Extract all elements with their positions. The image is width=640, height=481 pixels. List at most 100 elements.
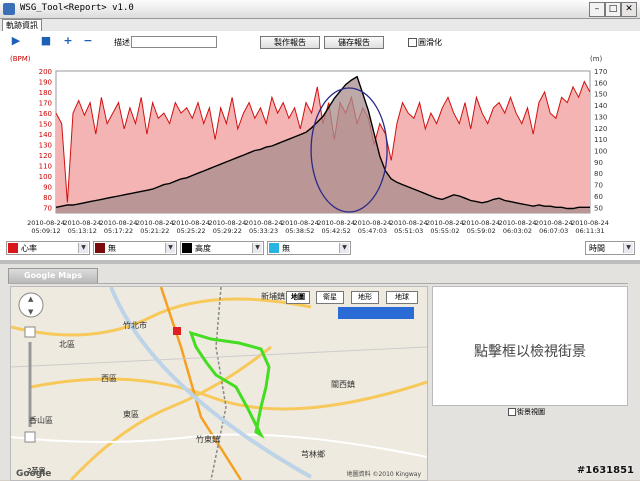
streetview-panel[interactable]: 點擊框以檢視街景 [432,286,628,406]
right-tick-label: 60 [594,193,603,201]
chevron-down-icon[interactable]: ▼ [623,243,633,253]
x-tick-time: 05:17:22 [104,227,133,235]
left-tick-label: 110 [39,163,52,171]
streetview-message: 點擊框以檢視街景 [474,344,586,360]
chevron-down-icon[interactable]: ▼ [165,243,175,253]
x-tick-date: 2010-08-24 [136,219,174,227]
left-tick-label: 70 [43,205,52,213]
x-tick-date: 2010-08-24 [462,219,500,227]
series-select-4[interactable]: 無 ▼ [267,241,351,255]
tab-underline [8,283,628,284]
map-view[interactable]: ▲ ▼ 地圖 衛星 地形 地球 新埔鎮 竹北市 北區 西區 東區 香山區 竹東鎮… [10,286,428,481]
left-tick-label: 80 [43,194,52,202]
x-tick-time: 06:11:31 [575,227,604,235]
streetview-checkbox[interactable] [508,408,516,416]
maximize-button[interactable]: □ [605,2,621,17]
left-tick-label: 90 [43,184,52,192]
smooth-checkbox[interactable] [408,38,417,47]
save-report-button[interactable]: 儲存報告 [324,36,384,49]
x-tick-time: 05:13:12 [68,227,97,235]
chevron-down-icon[interactable]: ▼ [78,243,88,253]
tab-track-info[interactable]: 軌跡資訊 [2,19,42,31]
google-logo: Google [16,469,52,479]
chevron-down-icon[interactable]: ▼ [252,243,262,253]
series-select-label: 無 [108,244,116,253]
series-color-swatch [269,243,279,253]
x-tick-date: 2010-08-24 [499,219,537,227]
right-tick-label: 170 [594,68,607,76]
x-tick-time: 05:59:02 [467,227,496,235]
zoom-out-icon[interactable]: − [82,35,94,47]
place-label: 北區 [59,340,75,349]
place-label: 東區 [123,410,139,419]
left-tick-label: 100 [39,173,52,181]
place-label: 芎林鄉 [301,450,325,459]
description-label: 描述: [114,38,133,47]
left-axis-unit: (BPM) [10,55,31,63]
x-tick-time: 05:25:22 [176,227,205,235]
series-controls: 心率 ▼ 無 ▼ 高度 ▼ 無 ▼ 時間 ▼ [0,238,640,260]
x-tick-date: 2010-08-24 [245,219,283,227]
left-tick-label: 130 [39,142,52,150]
series-select-1[interactable]: 心率 ▼ [6,241,90,255]
map-type-satellite[interactable]: 衛星 [316,291,344,304]
x-tick-time: 06:07:03 [539,227,568,235]
x-tick-date: 2010-08-24 [281,219,319,227]
x-tick-time: 05:51:03 [394,227,423,235]
x-tick-date: 2010-08-24 [208,219,246,227]
x-tick-date: 2010-08-24 [571,219,609,227]
left-tick-label: 180 [39,89,52,97]
right-tick-label: 150 [594,91,607,99]
x-tick-date: 2010-08-24 [172,219,210,227]
svg-text:▲: ▲ [28,295,34,303]
map-canvas: ▲ ▼ [11,287,427,480]
zoom-in-icon[interactable]: + [62,35,74,47]
stop-icon[interactable]: ■ [40,35,52,47]
left-tick-label: 140 [39,131,52,139]
right-tick-label: 50 [594,204,603,212]
x-axis-mode-select[interactable]: 時間 ▼ [585,241,635,255]
close-button[interactable]: ✕ [621,2,637,17]
series-color-swatch [8,243,18,253]
x-tick-date: 2010-08-24 [27,219,65,227]
place-label: 新埔鎮 [261,292,285,301]
x-tick-date: 2010-08-24 [100,219,138,227]
right-tick-label: 70 [594,182,603,190]
left-tick-label: 170 [39,100,52,108]
map-type-map[interactable]: 地圖 [286,291,310,304]
map-type-earth[interactable]: 地球 [386,291,418,304]
map-type-terrain[interactable]: 地形 [351,291,379,304]
series-select-3[interactable]: 高度 ▼ [180,241,264,255]
window-title: WSG_Tool<Report> v1.0 [20,3,134,13]
place-label: 竹東鎮 [196,435,220,444]
right-tick-label: 160 [594,79,607,87]
x-tick-time: 05:21:22 [140,227,169,235]
place-label: 關西鎮 [331,380,355,389]
right-tick-label: 80 [594,170,603,178]
x-tick-date: 2010-08-24 [535,219,573,227]
tab-google-maps[interactable]: Google Maps [8,268,98,284]
x-tick-time: 06:03:02 [503,227,532,235]
series-select-label: 高度 [195,244,211,253]
right-axis-unit: (m) [590,55,603,63]
minimize-button[interactable]: – [589,2,605,17]
chevron-down-icon[interactable]: ▼ [339,243,349,253]
description-input[interactable] [131,36,217,48]
left-tick-label: 190 [39,79,52,87]
right-tick-label: 110 [594,136,607,144]
series-select-2[interactable]: 無 ▼ [93,241,177,255]
x-tick-time: 05:09:12 [31,227,60,235]
svg-text:▼: ▼ [28,308,34,316]
heart-rate-elevation-chart[interactable]: (BPM) (m) 70 80 90 100 110 120 130 140 150 160 170 18… [0,53,640,238]
series-select-label: 無 [282,244,290,253]
series-color-swatch [182,243,192,253]
left-tick-label: 120 [39,152,52,160]
chart-panel: (BPM) (m) 70 80 90 100 110 120 130 140 150 160 170 18… [0,53,640,238]
x-tick-time: 05:55:02 [430,227,459,235]
play-icon[interactable]: ▶ [10,35,22,47]
x-tick-time: 05:47:03 [358,227,387,235]
place-label: 西區 [101,374,117,383]
x-tick-time: 05:29:22 [213,227,242,235]
smooth-label: 圓滑化 [418,38,442,47]
make-report-button[interactable]: 製作報告 [260,36,320,49]
